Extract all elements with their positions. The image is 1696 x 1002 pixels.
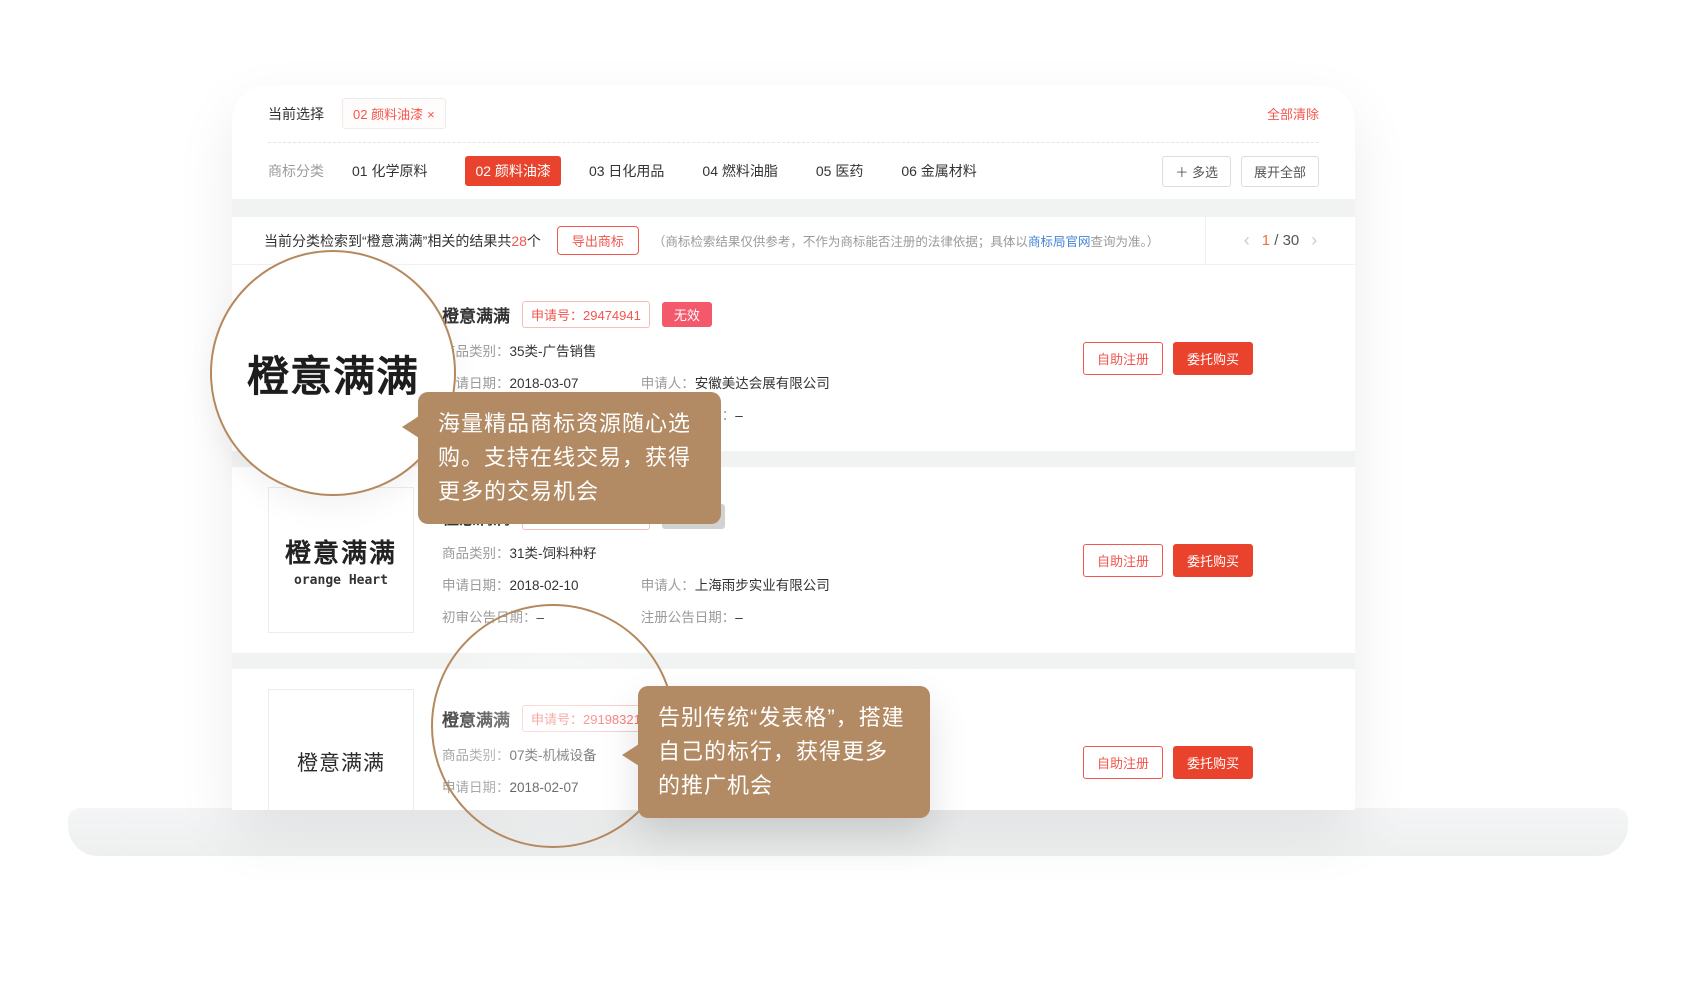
total-pages: 30 [1283, 232, 1300, 249]
applicant-value: 安徽美达会展有限公司 [695, 376, 830, 391]
row-divider [232, 653, 1355, 669]
applicant-value: 上海雨步实业有限公司 [695, 578, 830, 593]
clear-all-button[interactable]: 全部清除 [1267, 104, 1319, 123]
application-number-badge: 申请号：29198321 [522, 705, 650, 732]
section-divider [232, 199, 1355, 217]
row-actions: 自助注册 委托购买 [1083, 544, 1253, 577]
callout-tooltip-marketplace: 海量精品商标资源随心选购。支持在线交易，获得更多的交易机会 [418, 392, 721, 524]
disclaimer-post: 查询为准。） [1090, 235, 1159, 249]
initial-publication-value: – [537, 610, 545, 625]
status-badge-invalid: 无效 [662, 302, 712, 327]
prev-page-icon[interactable]: ‹ [1244, 230, 1250, 251]
selected-filter-tag[interactable]: 02 颜料油漆 × [342, 98, 446, 129]
results-summary-prefix: 当前分类检索到“橙意满满”相关的结果共 [264, 231, 511, 251]
trademark-name: 橙意满满 [442, 706, 510, 731]
disclaimer-pre: （商标检索结果仅供参考，不作为商标能否注册的法律依据；具体以 [653, 235, 1028, 249]
application-number-label: 申请号： [531, 308, 583, 323]
row-actions: 自助注册 委托购买 [1083, 342, 1253, 375]
trademark-image-text: 橙意满满 [285, 533, 397, 570]
category-tab-04[interactable]: 04 燃料油脂 [702, 161, 777, 181]
category-label: 商品类别： [442, 546, 510, 561]
registration-publication-value: – [735, 408, 743, 423]
apply-date-label: 申请日期： [442, 578, 510, 593]
category-bar: 商标分类 01 化学原料 02 颜料油漆 03 日化用品 04 燃料油脂 05 … [268, 143, 1319, 199]
magnified-trademark-text: 橙意满满 [247, 343, 419, 404]
entrust-purchase-button[interactable]: 委托购买 [1173, 544, 1253, 577]
current-selection-bar: 当前选择 02 颜料油漆 × 全部清除 [268, 85, 1319, 143]
category-bar-label: 商标分类 [268, 161, 324, 181]
filter-card: 当前选择 02 颜料油漆 × 全部清除 商标分类 01 化学原料 02 颜料油漆 … [232, 85, 1355, 199]
self-register-button[interactable]: 自助注册 [1083, 746, 1163, 779]
registration-publication-label: 注册公告日期： [641, 610, 736, 625]
entrust-purchase-button[interactable]: 委托购买 [1173, 746, 1253, 779]
results-header: 当前分类检索到“橙意满满”相关的结果共28 个 导出商标 （商标检索结果仅供参考… [232, 217, 1355, 265]
multi-select-button[interactable]: ＋ 多选 [1162, 156, 1231, 187]
current-selection-label: 当前选择 [268, 104, 324, 124]
disclaimer-text: （商标检索结果仅供参考，不作为商标能否注册的法律依据；具体以商标局官网查询为准。… [653, 231, 1159, 250]
entrust-purchase-button[interactable]: 委托购买 [1173, 342, 1253, 375]
registration-publication-value: – [735, 610, 743, 625]
apply-date-label: 申请日期： [442, 780, 510, 795]
export-trademark-button[interactable]: 导出商标 [557, 226, 639, 255]
category-tab-03[interactable]: 03 日化用品 [589, 161, 664, 181]
trademark-image: 橙意满满 orange Heart [268, 487, 414, 633]
results-count: 28 [511, 233, 527, 249]
trademark-office-link[interactable]: 商标局官网 [1028, 235, 1091, 249]
trademark-image-text: 橙意满满 [297, 747, 385, 777]
applicant-label: 申请人： [641, 578, 695, 593]
callout-tooltip-promotion: 告别传统“发表格”，搭建自己的标行，获得更多的推广机会 [638, 686, 930, 818]
apply-date-value: 2018-03-07 [510, 376, 579, 391]
applicant-label: 申请人： [641, 376, 695, 391]
self-register-button[interactable]: 自助注册 [1083, 342, 1163, 375]
current-page: 1 [1262, 232, 1270, 249]
remove-filter-icon[interactable]: × [427, 107, 435, 122]
category-value: 35类-广告销售 [510, 344, 597, 359]
category-value: 07类-机械设备 [510, 748, 597, 763]
apply-date-value: 2018-02-07 [510, 780, 579, 795]
selected-filter-tag-text: 02 颜料油漆 [353, 107, 423, 122]
trademark-name: 橙意满满 [442, 302, 510, 327]
apply-date-value: 2018-02-10 [510, 578, 579, 593]
expand-all-button[interactable]: 展开全部 [1241, 156, 1319, 187]
self-register-button[interactable]: 自助注册 [1083, 544, 1163, 577]
category-tab-02-active[interactable]: 02 颜料油漆 [465, 156, 560, 186]
trademark-image: 橙意满满 [268, 689, 414, 810]
application-number-badge: 申请号：29474941 [522, 301, 650, 328]
page-separator: / [1274, 232, 1278, 249]
application-number-value: 29474941 [583, 308, 641, 323]
initial-publication-label: 初审公告日期： [442, 610, 537, 625]
trademark-row: 橙意满满 orange Heart 橙意满满 申请号：29482153 已注册 … [232, 467, 1355, 653]
trademark-image-subtext: orange Heart [294, 573, 388, 588]
category-tab-06[interactable]: 06 金属材料 [901, 161, 976, 181]
category-tab-05[interactable]: 05 医药 [816, 161, 863, 181]
stage: 当前选择 02 颜料油漆 × 全部清除 商标分类 01 化学原料 02 颜料油漆 … [0, 0, 1696, 1002]
category-label: 商品类别： [442, 748, 510, 763]
pagination: ‹ 1 / 30 › [1205, 217, 1355, 264]
results-summary-suffix: 个 [527, 231, 541, 251]
application-number-label: 申请号： [531, 712, 583, 727]
application-number-value: 29198321 [583, 712, 641, 727]
category-actions: ＋ 多选 展开全部 [1162, 156, 1319, 187]
category-tab-01[interactable]: 01 化学原料 [352, 161, 427, 181]
row-actions: 自助注册 委托购买 [1083, 746, 1253, 779]
category-value: 31类-饲料种籽 [510, 546, 597, 561]
next-page-icon[interactable]: › [1311, 230, 1317, 251]
